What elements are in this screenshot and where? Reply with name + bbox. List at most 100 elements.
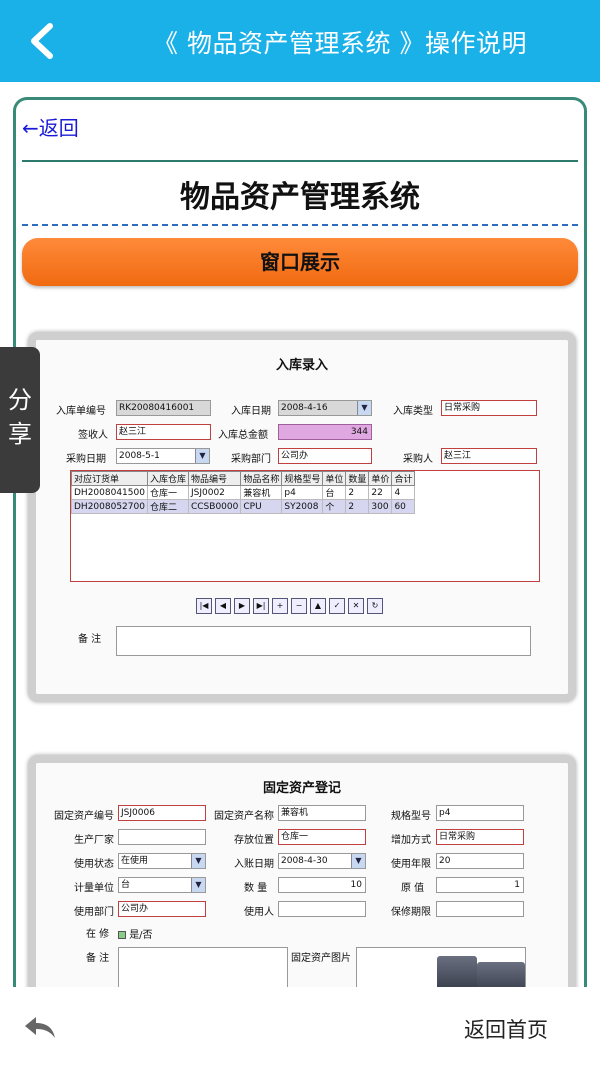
post-record-icon[interactable]: ✓ <box>329 598 345 614</box>
table-cell: DH2008041500 <box>71 485 148 500</box>
chevron-down-icon[interactable]: ▼ <box>195 449 209 463</box>
warranty-field[interactable] <box>436 901 524 917</box>
column-header[interactable]: 单位 <box>322 471 347 486</box>
use-dept-field[interactable]: 公司办 <box>118 901 206 917</box>
receipt-no-field[interactable]: RK20080416001 <box>116 400 211 416</box>
window-title: 入库录入 <box>275 358 328 373</box>
label: 入库单编号 <box>56 406 106 417</box>
location-field[interactable]: 仓库一 <box>278 829 366 845</box>
items-grid[interactable]: 对应订货单 入库仓库 物品编号 物品名称 规格型号 单位 数量 单价 合计 DH20080415… <box>70 470 540 582</box>
label: 存放位置 <box>234 835 274 846</box>
value-field[interactable]: 1 <box>436 877 524 893</box>
table-cell: 个 <box>322 499 347 514</box>
divider <box>22 160 578 162</box>
column-header[interactable]: 规格型号 <box>281 471 324 486</box>
label: 保修期限 <box>391 907 431 918</box>
next-record-icon[interactable]: ▶ <box>234 598 250 614</box>
type-field[interactable]: 日常采购 <box>441 400 537 416</box>
table-cell: 2 <box>345 499 370 514</box>
status-select[interactable]: 在使用 ▼ <box>118 853 206 869</box>
account-date-value: 2008-4-30 <box>281 856 328 866</box>
label: 增加方式 <box>391 835 431 846</box>
add-record-icon[interactable]: + <box>272 598 288 614</box>
table-cell: 22 <box>368 485 393 500</box>
screenshot-stock-in: 入库录入 入库单编号 RK20080416001 入库日期 2008-4-16 ▼… <box>28 332 576 702</box>
repair-value: 是/否 <box>129 930 153 941</box>
edit-record-icon[interactable]: ▲ <box>310 598 326 614</box>
checkbox-icon[interactable] <box>118 931 126 939</box>
computer-tower-icon <box>437 956 477 987</box>
table-cell: SY2008 <box>281 499 324 514</box>
delete-record-icon[interactable]: − <box>291 598 307 614</box>
table-cell: 4 <box>391 485 416 500</box>
first-record-icon[interactable]: |◀ <box>196 598 212 614</box>
chevron-down-icon[interactable]: ▼ <box>191 878 205 892</box>
label: 规格型号 <box>391 811 431 822</box>
record-navigator: |◀ ◀ ▶ ▶| + − ▲ ✓ ✕ ↻ <box>196 598 383 614</box>
label: 使用年限 <box>391 859 431 870</box>
section-banner: 窗口展示 <box>22 238 578 286</box>
content-area: ←返回 物品资产管理系统 窗口展示 入库录入 入库单编号 RK200804160… <box>0 82 600 987</box>
label: 采购日期 <box>66 454 106 465</box>
memo-field[interactable] <box>116 626 531 656</box>
column-header[interactable]: 物品名称 <box>240 471 283 486</box>
label: 计量单位 <box>74 883 114 894</box>
account-date-field[interactable]: 2008-4-30 ▼ <box>278 853 366 869</box>
dept-field[interactable]: 公司办 <box>278 448 372 464</box>
chevron-down-icon[interactable]: ▼ <box>191 854 205 868</box>
purchase-date-value: 2008-5-1 <box>119 451 160 461</box>
label: 使用部门 <box>74 907 114 918</box>
cancel-record-icon[interactable]: ✕ <box>348 598 364 614</box>
label: 入库日期 <box>231 406 271 417</box>
label: 固定资产编号 <box>54 811 114 822</box>
label: 数 量 <box>244 883 268 894</box>
home-button[interactable]: 返回首页 <box>464 1014 548 1044</box>
footer-bar: 返回首页 <box>0 987 600 1067</box>
column-header[interactable]: 对应订货单 <box>71 471 148 486</box>
label: 入库总金额 <box>218 430 268 441</box>
label: 备 注 <box>86 953 110 964</box>
table-row[interactable]: DH2008052700 仓库二 CCSB0000 CPU SY2008 个 2 300 60 <box>71 499 416 514</box>
undo-arrow-icon[interactable] <box>22 1013 58 1041</box>
column-header[interactable]: 入库仓库 <box>146 471 189 486</box>
chevron-down-icon[interactable]: ▼ <box>351 854 365 868</box>
receiver-field[interactable]: 赵三江 <box>116 424 211 440</box>
table-cell: p4 <box>281 485 324 500</box>
chevron-down-icon[interactable]: ▼ <box>357 401 371 415</box>
purchase-date-field[interactable]: 2008-5-1 ▼ <box>116 448 210 464</box>
label: 在 修 <box>86 929 110 940</box>
table-cell: 仓库一 <box>146 485 189 500</box>
header-title: 《 物品资产管理系统 》操作说明 <box>153 29 527 58</box>
label: 入库类型 <box>393 406 433 417</box>
label: 生产厂家 <box>74 835 114 846</box>
unit-select[interactable]: 台 ▼ <box>118 877 206 893</box>
asset-no-field[interactable]: JSJ0006 <box>118 805 206 821</box>
user-field[interactable] <box>278 901 366 917</box>
dashed-divider <box>22 224 578 226</box>
table-header-row: 对应订货单 入库仓库 物品编号 物品名称 规格型号 单位 数量 单价 合计 <box>71 471 416 486</box>
column-header[interactable]: 物品编号 <box>187 471 242 486</box>
asset-name-field[interactable]: 兼容机 <box>278 805 366 821</box>
column-header[interactable]: 合计 <box>391 471 416 486</box>
date-field[interactable]: 2008-4-16 ▼ <box>278 400 372 416</box>
table-row[interactable]: DH2008041500 仓库一 JSJ0002 兼容机 p4 台 2 22 4 <box>71 485 416 500</box>
prev-record-icon[interactable]: ◀ <box>215 598 231 614</box>
share-tab[interactable]: 分享 <box>0 347 40 493</box>
spec-field[interactable]: p4 <box>436 805 524 821</box>
qty-field[interactable]: 10 <box>278 877 366 893</box>
years-field[interactable]: 20 <box>436 853 524 869</box>
buyer-field[interactable]: 赵三江 <box>441 448 537 464</box>
maker-field[interactable] <box>118 829 206 845</box>
total-field[interactable]: 344 <box>278 424 372 440</box>
label: 入账日期 <box>234 859 274 870</box>
refresh-icon[interactable]: ↻ <box>367 598 383 614</box>
label: 固定资产图片 <box>291 953 351 964</box>
column-header[interactable]: 数量 <box>345 471 370 486</box>
last-record-icon[interactable]: ▶| <box>253 598 269 614</box>
repair-checkbox[interactable]: 是/否 <box>118 926 153 941</box>
memo-field[interactable] <box>118 947 288 987</box>
add-method-field[interactable]: 日常采购 <box>436 829 524 845</box>
table-cell: 兼容机 <box>240 485 283 500</box>
back-link[interactable]: ←返回 <box>22 112 79 141</box>
column-header[interactable]: 单价 <box>368 471 393 486</box>
